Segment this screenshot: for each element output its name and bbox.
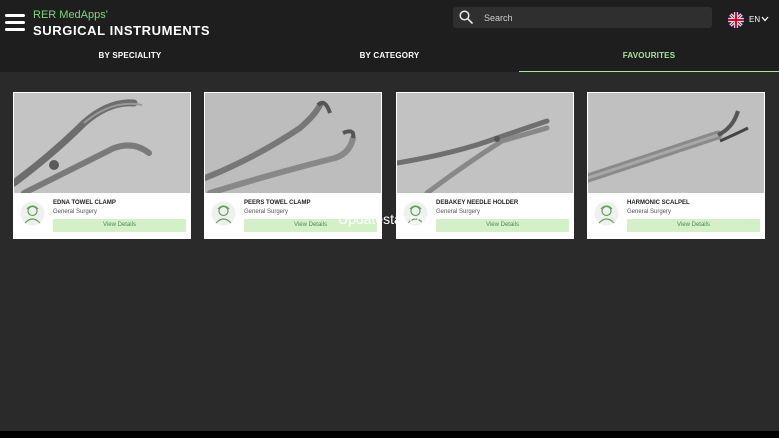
search-icon[interactable] [459, 10, 473, 24]
instrument-card[interactable]: HARMONIC SCALPEL General Surgery View De… [587, 92, 765, 239]
instrument-card[interactable]: EDNA TOWEL CLAMP General Surgery View De… [13, 92, 191, 239]
uk-flag-icon[interactable] [728, 12, 744, 28]
instrument-name: DEBAKEY NEEDLE HOLDER [436, 200, 519, 206]
view-details-button[interactable]: View Details [53, 219, 186, 232]
chevron-down-icon[interactable] [761, 15, 769, 23]
instrument-name: EDNA TOWEL CLAMP [53, 200, 116, 206]
instrument-image [397, 93, 573, 193]
instrument-name: HARMONIC SCALPEL [627, 200, 690, 206]
tab-favourites[interactable]: FAVOURITES [519, 46, 779, 72]
instrument-image [14, 93, 190, 193]
language-code[interactable]: EN [749, 15, 760, 24]
instrument-name: PEERS TOWEL CLAMP [244, 200, 311, 206]
tab-by-category[interactable]: BY CATEGORY [260, 46, 519, 72]
tab-by-speciality[interactable]: BY SPECIALITY [0, 46, 260, 72]
instrument-category: General Surgery [436, 209, 481, 215]
instrument-image [588, 93, 764, 193]
app-subtitle: RER MedApps' [33, 9, 108, 21]
menu-icon[interactable] [5, 14, 25, 32]
surgeon-avatar-icon [211, 201, 236, 226]
surgeon-avatar-icon [20, 201, 45, 226]
tab-bar: BY SPECIALITY BY CATEGORY FAVOURITES [0, 46, 779, 72]
search-input[interactable] [484, 9, 704, 26]
view-details-button[interactable]: View Details [436, 219, 569, 232]
bottom-system-bar [0, 431, 779, 438]
view-details-button[interactable]: View Details [627, 219, 760, 232]
instrument-category: General Surgery [627, 209, 672, 215]
instrument-image [205, 93, 381, 193]
surgeon-avatar-icon [594, 201, 619, 226]
instrument-category: General Surgery [53, 209, 98, 215]
app-title: SURGICAL INSTRUMENTS [33, 23, 211, 38]
watermark-text: Updatestar.com [338, 211, 437, 227]
instrument-category: General Surgery [244, 209, 289, 215]
